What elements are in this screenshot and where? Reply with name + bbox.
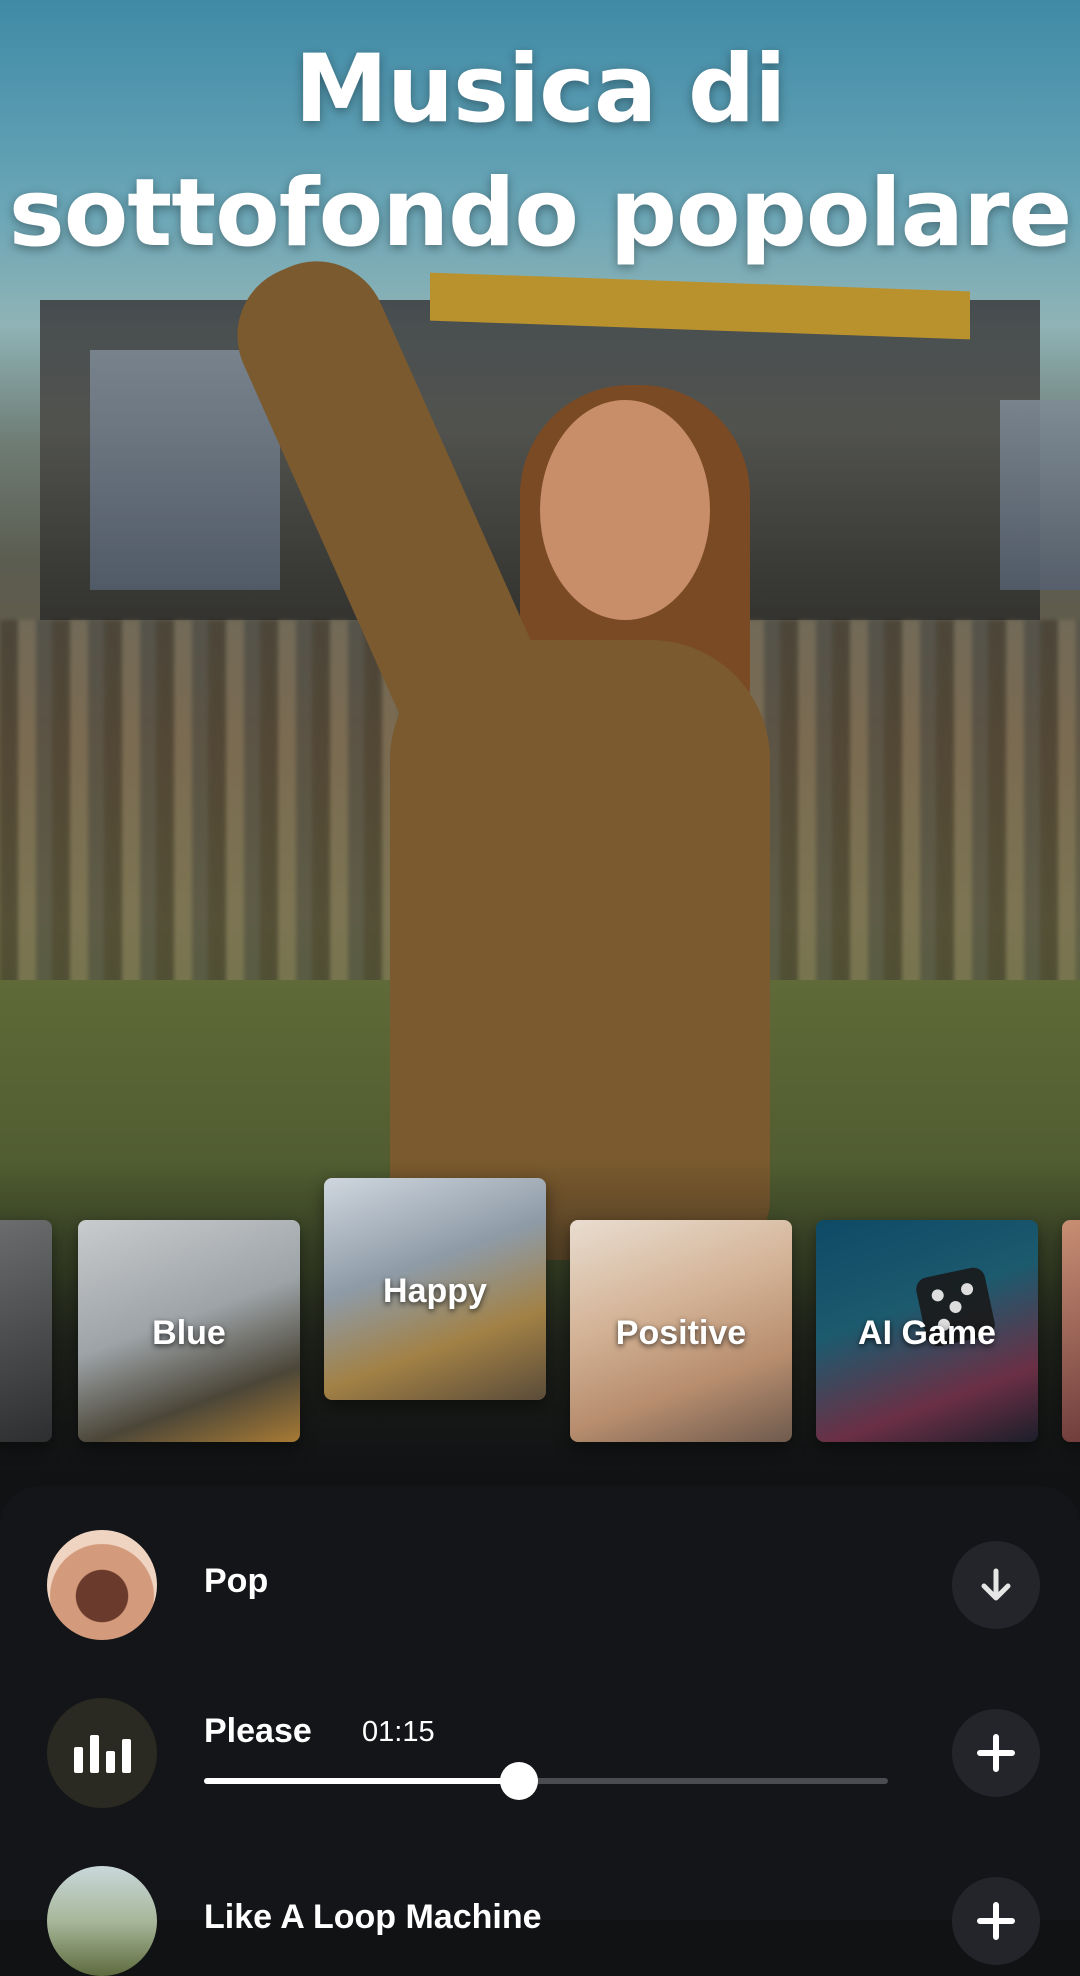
category-card-happy[interactable]: Happy <box>324 1178 546 1400</box>
category-card-partial-left[interactable] <box>0 1220 52 1442</box>
category-label: Blue <box>152 1314 226 1352</box>
category-label: Positive <box>615 1314 747 1352</box>
track-thumbnail <box>47 1866 157 1976</box>
category-card-ai-game[interactable]: AI Game <box>816 1220 1038 1442</box>
track-row-pop[interactable]: Pop <box>0 1530 1080 1640</box>
stage-screen-right <box>1000 400 1080 590</box>
headline-line-1: Musica di <box>294 35 786 144</box>
add-track-button[interactable] <box>952 1877 1040 1965</box>
equalizer-icon <box>73 1733 131 1773</box>
woman-face <box>540 400 710 620</box>
add-track-button[interactable] <box>952 1709 1040 1797</box>
track-title: Like A Loop Machine <box>204 1898 542 1936</box>
category-card-blue[interactable]: Blue <box>78 1220 300 1442</box>
headline: Musica di sottofondo popolare <box>0 28 1080 276</box>
track-thumbnail <box>47 1530 157 1640</box>
download-button[interactable] <box>952 1541 1040 1629</box>
track-row-please[interactable]: Please 01:15 <box>0 1698 1080 1808</box>
category-card-partial-right[interactable] <box>1062 1220 1080 1442</box>
download-icon <box>981 1568 1011 1601</box>
progress-fill <box>204 1778 519 1784</box>
category-card-positive[interactable]: Positive <box>570 1220 792 1442</box>
track-title: Please <box>204 1712 312 1750</box>
track-thumbnail <box>47 1698 157 1808</box>
track-row-like-a-loop-machine[interactable]: Like A Loop Machine <box>0 1866 1080 1976</box>
plus-icon <box>977 1902 1015 1940</box>
stage-screen-left <box>90 350 280 590</box>
track-duration: 01:15 <box>362 1716 435 1748</box>
progress-knob[interactable] <box>499 1762 538 1800</box>
track-title: Pop <box>204 1562 269 1600</box>
category-label: Happy <box>383 1272 487 1310</box>
playback-progress-slider[interactable] <box>204 1762 888 1800</box>
category-label: AI Game <box>858 1314 996 1352</box>
headline-line-2: sottofondo popolare <box>8 159 1072 268</box>
plus-icon <box>977 1734 1015 1772</box>
